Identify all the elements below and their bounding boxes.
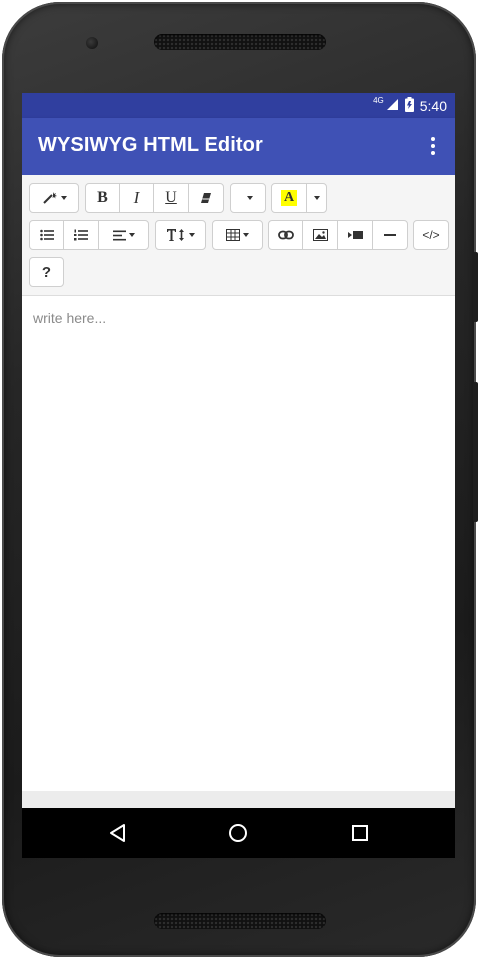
more-vert-icon [431, 137, 435, 141]
minus-icon [384, 234, 396, 236]
video-icon [347, 231, 363, 239]
chevron-down-icon [60, 196, 67, 200]
text-height-icon [167, 229, 184, 241]
back-icon [110, 824, 125, 842]
line-height-dropdown-button[interactable] [155, 220, 206, 250]
battery-icon [404, 96, 414, 115]
home-button[interactable] [225, 820, 251, 846]
navigation-bar [22, 808, 455, 858]
chevron-down-icon [313, 196, 320, 200]
back-button[interactable] [104, 820, 130, 846]
recents-icon [352, 825, 368, 841]
help-label: ? [41, 263, 52, 281]
bullet-list-icon [39, 229, 54, 241]
picture-icon [312, 229, 328, 241]
horizontal-rule-button[interactable] [372, 220, 408, 250]
table-dropdown-button[interactable] [212, 220, 263, 250]
editor-placeholder: write here... [33, 310, 107, 326]
align-dropdown-button[interactable] [98, 220, 149, 250]
front-camera [86, 37, 98, 49]
editor-toolbar: B I U A </> ? [22, 175, 455, 296]
table-icon [226, 229, 240, 241]
chevron-down-icon [243, 233, 249, 237]
eraser-icon [201, 193, 211, 203]
highlight-color-button[interactable]: A [271, 183, 307, 213]
highlight-label: A [280, 190, 298, 206]
align-left-icon [112, 230, 126, 240]
code-view-button[interactable]: </> [413, 220, 449, 250]
earpiece-speaker [154, 34, 326, 50]
chevron-down-icon [128, 233, 135, 237]
clock: 5:40 [419, 97, 447, 114]
chevron-down-icon [246, 196, 253, 200]
device-screen: 4G 5:40 WYSIWYG HTML Editor B I U A </> … [22, 93, 455, 858]
bullet-list-button[interactable] [29, 220, 64, 250]
underline-label: U [165, 189, 177, 206]
volume-button [473, 252, 478, 322]
overflow-menu-button[interactable] [423, 134, 443, 158]
bold-button[interactable]: B [85, 183, 120, 213]
clear-format-button[interactable] [188, 183, 224, 213]
color-dropdown-button[interactable] [306, 183, 327, 213]
numbered-list-button[interactable] [63, 220, 99, 250]
insert-video-button[interactable] [337, 220, 373, 250]
help-button[interactable]: ? [29, 257, 64, 287]
code-view-label: </> [422, 228, 440, 242]
home-icon [229, 824, 247, 842]
chevron-down-icon [189, 233, 195, 237]
insert-picture-button[interactable] [302, 220, 338, 250]
numbered-list-icon [74, 229, 88, 241]
italic-label: I [133, 188, 140, 207]
insert-link-button[interactable] [268, 220, 303, 250]
bold-label: B [97, 189, 108, 206]
recents-button[interactable] [347, 820, 373, 846]
editor-area[interactable]: write here... [22, 296, 455, 791]
app-title: WYSIWYG HTML Editor [38, 134, 263, 156]
style-dropdown-button[interactable] [29, 183, 79, 213]
bottom-speaker [154, 913, 326, 929]
signal-icon [386, 98, 399, 114]
status-bar: 4G 5:40 [22, 93, 455, 118]
power-button [473, 382, 478, 522]
editor-resize-bar[interactable] [22, 791, 455, 808]
link-icon [277, 230, 294, 240]
italic-button[interactable]: I [119, 183, 154, 213]
app-bar: WYSIWYG HTML Editor [22, 118, 455, 175]
magic-wand-icon [42, 192, 57, 204]
network-type: 4G [373, 96, 384, 105]
font-size-dropdown-button[interactable] [230, 183, 266, 213]
underline-button[interactable]: U [153, 183, 189, 213]
